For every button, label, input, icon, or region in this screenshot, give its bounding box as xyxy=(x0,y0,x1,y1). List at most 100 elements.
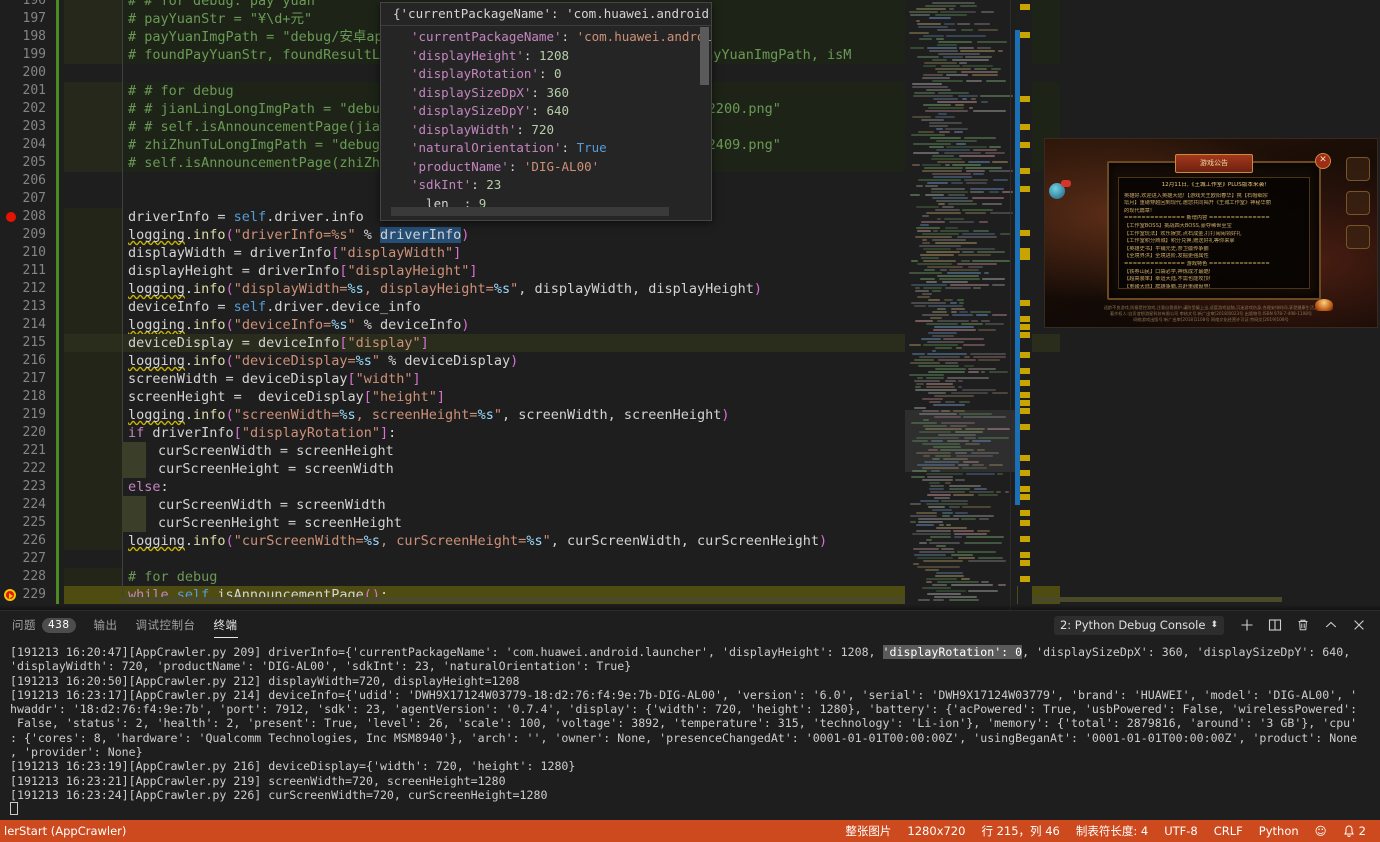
code-token: logging xyxy=(128,227,185,243)
hover-tooltip-key: 'currentPackageName' xyxy=(411,29,562,44)
code-line[interactable]: 221 curScreenWidth = screenHeight xyxy=(0,442,1060,460)
code-line[interactable]: 211 displayHeight = driverInfo["displayHe… xyxy=(0,262,1060,280)
terminal-line: hwaddr': '18:d2:76:f4:9e:7b', 'port': 79… xyxy=(10,702,1374,716)
code-line[interactable]: 226 logging.info("curScreenWidth=%s, curS… xyxy=(0,532,1060,550)
panel-tab-3[interactable]: 终端 xyxy=(213,611,238,639)
code-line[interactable]: 227 xyxy=(0,550,1060,568)
minimap-line xyxy=(922,314,949,316)
panel-tab-2[interactable]: 调试控制台 xyxy=(136,611,196,639)
indent-guide xyxy=(122,226,123,244)
code-line[interactable]: 218 screenHeight = deviceDisplay["height"… xyxy=(0,388,1060,406)
line-number: 228 xyxy=(22,569,46,584)
hover-tooltip-value: 720 xyxy=(531,121,554,137)
code-line[interactable]: 223 else: xyxy=(0,478,1060,496)
hover-tooltip-horizontal-scrollbar[interactable] xyxy=(391,207,669,216)
code-token: ( xyxy=(225,353,234,369)
line-number: 202 xyxy=(22,101,46,116)
minimap-line xyxy=(993,179,1008,181)
screenshot-preview-image[interactable]: 游戏公告 ✕ 12月11日,《王城工作室》PLUS版本来袭! 英雄好,欢迎进入英雄… xyxy=(1044,138,1378,328)
maximize-panel-chevron-up-icon[interactable] xyxy=(1318,614,1344,636)
code-token: "curScreenWidth= xyxy=(233,533,364,549)
line-number: 217 xyxy=(22,371,46,386)
code-token: "displayWidth= xyxy=(233,281,348,297)
minimap[interactable] xyxy=(905,0,1017,610)
git-modified-gutter-bar xyxy=(56,352,59,370)
panel-tab-0[interactable]: 问题 438 xyxy=(12,611,76,639)
minimap-line xyxy=(920,254,954,256)
code-line[interactable]: 222 curScreenHeight = screenWidth xyxy=(0,460,1060,478)
code-line[interactable]: 210 displayWidth = driverInfo["displayWid… xyxy=(0,244,1060,262)
code-line[interactable]: 213 deviceInfo = self.driver.device_info xyxy=(0,298,1060,316)
hover-tooltip-key: 'displayWidth' xyxy=(411,121,517,137)
code-token: . xyxy=(184,317,194,333)
status-item-3[interactable]: 制表符长度: 4 xyxy=(1068,820,1156,842)
status-debug-session[interactable]: lerStart (AppCrawler) xyxy=(0,820,134,842)
git-modified-gutter-bar xyxy=(56,208,59,226)
indent-guide xyxy=(122,154,123,172)
terminal-selector-dropdown[interactable]: 2: Python Debug Console ⬍ xyxy=(1053,615,1224,635)
minimap-line xyxy=(991,68,1001,70)
terminal-output[interactable]: [191213 16:20:47][AppCrawler.py 209] dri… xyxy=(0,639,1380,821)
overview-ruler[interactable] xyxy=(1015,0,1032,610)
status-item-2[interactable]: 行 215，列 46 xyxy=(973,820,1067,842)
hover-tooltip-separator: : xyxy=(471,177,487,192)
close-panel-icon[interactable] xyxy=(1346,614,1372,636)
panel-actions[interactable]: 2: Python Debug Console ⬍ xyxy=(1053,611,1372,639)
code-token: [ xyxy=(363,389,372,405)
code-token: "driverInfo=%s" xyxy=(233,227,356,243)
status-item-5[interactable]: CRLF xyxy=(1206,820,1251,842)
code-editor[interactable]: 196 # # for debug: pay yuan 197 # payYuanSt… xyxy=(0,0,1380,610)
code-token: , displayHeight= xyxy=(363,281,494,297)
minimap-line xyxy=(981,581,989,583)
feedback-smiley-icon[interactable]: ☺ xyxy=(1307,820,1335,842)
hover-tooltip-vertical-scrollbar[interactable] xyxy=(700,27,709,217)
minimap-line xyxy=(929,125,948,127)
code-token: ) xyxy=(753,281,763,297)
minimap-line xyxy=(948,194,965,196)
status-item-1[interactable]: 1280x720 xyxy=(899,820,973,842)
debug-hover-tooltip[interactable]: {'currentPackageName': 'com.huawei.andro… xyxy=(380,2,712,221)
code-line[interactable]: 217 screenWidth = deviceDisplay["width"] xyxy=(0,370,1060,388)
status-bar-right[interactable]: 整张图片 1280x720 行 215，列 46 制表符长度: 4 UTF-8 CRLF P… xyxy=(837,820,1374,842)
minimap-line xyxy=(955,512,968,514)
minimap-line xyxy=(976,314,988,316)
notifications-bell-icon[interactable]: 2 xyxy=(1335,820,1374,842)
panel-tab-1[interactable]: 输出 xyxy=(94,611,118,639)
status-item-0[interactable]: 整张图片 xyxy=(837,820,899,842)
kill-terminal-trash-icon[interactable] xyxy=(1290,614,1316,636)
status-bar-left[interactable]: lerStart (AppCrawler) xyxy=(0,820,134,842)
minimap-line xyxy=(963,344,985,346)
minimap-line xyxy=(959,311,968,313)
code-line[interactable]: 220 if driverInfo["displayRotation"]: xyxy=(0,424,1060,442)
minimap-line xyxy=(981,320,990,322)
code-line[interactable]: 216 logging.info("deviceDisplay=%s" % dev… xyxy=(0,352,1060,370)
minimap-line xyxy=(926,578,957,580)
terminal-text: [191213 16:23:24][AppCrawler.py 226] cur… xyxy=(10,787,548,802)
code-line[interactable]: 219 logging.info("screenWidth=%s, screenH… xyxy=(0,406,1060,424)
minimap-line xyxy=(936,572,963,574)
minimap-slider[interactable] xyxy=(905,410,1017,472)
editor-horizontal-scrollbar[interactable] xyxy=(122,597,1282,602)
minimap-line xyxy=(919,542,927,544)
code-line[interactable]: 215 deviceDisplay = deviceInfo["display"] xyxy=(0,334,1060,352)
status-item-6[interactable]: Python xyxy=(1251,820,1307,842)
line-number: 206 xyxy=(22,173,46,188)
minimap-line xyxy=(962,389,996,391)
code-line[interactable]: 209 logging.info("driverInfo=%s" % driver… xyxy=(0,226,1060,244)
minimap-line xyxy=(927,266,963,268)
minimap-line xyxy=(913,95,953,97)
minimap-line xyxy=(930,491,965,493)
code-line[interactable]: 214 logging.info("deviceInfo=%s" % device… xyxy=(0,316,1060,334)
code-line[interactable]: 212 logging.info("displayWidth=%s, displa… xyxy=(0,280,1060,298)
status-item-4[interactable]: UTF-8 xyxy=(1156,820,1206,842)
code-line[interactable]: 228 # for debug xyxy=(0,568,1060,586)
announcement-close-icon[interactable]: ✕ xyxy=(1315,153,1331,169)
new-terminal-icon[interactable] xyxy=(1234,614,1260,636)
split-terminal-icon[interactable] xyxy=(1262,614,1288,636)
code-line[interactable]: 224 curScreenWidth = screenWidth xyxy=(0,496,1060,514)
line-number: 219 xyxy=(22,407,46,422)
code-token: ) xyxy=(461,317,470,333)
minimap-line xyxy=(958,380,963,382)
minimap-line xyxy=(916,185,923,187)
code-line[interactable]: 225 curScreenHeight = screenHeight xyxy=(0,514,1060,532)
